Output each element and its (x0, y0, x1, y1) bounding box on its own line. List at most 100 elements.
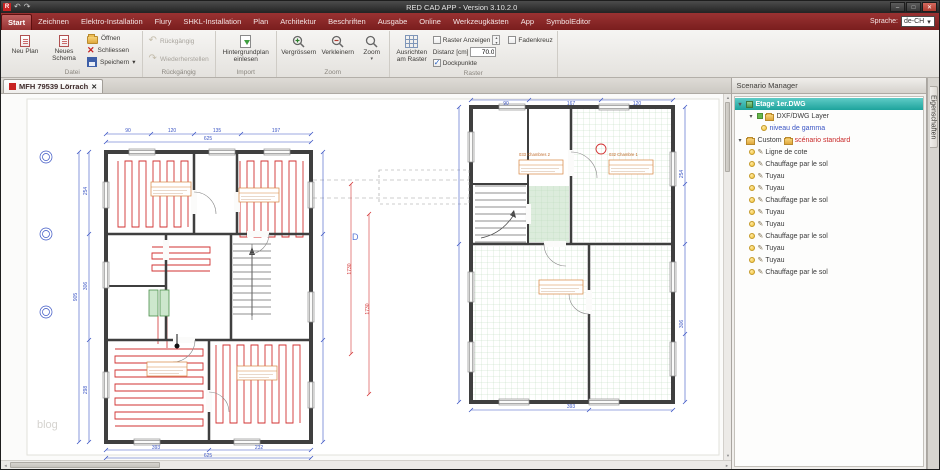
crosshair-label: Fadenkreuz (518, 36, 553, 44)
zoom-out-button[interactable]: Verkleinern (320, 32, 356, 68)
folder-icon (87, 33, 98, 44)
menu-tab-start[interactable]: Start (1, 14, 33, 30)
dimension-label: 120 (633, 101, 642, 107)
raster-show-checkbox[interactable] (432, 36, 441, 44)
scenario-item[interactable]: ✎ Ligne de cote (735, 146, 923, 158)
dimension-label: 120 (168, 128, 177, 134)
scroll-left-icon[interactable]: ◄ (1, 461, 10, 469)
new-plan-icon (20, 35, 30, 47)
distance-input[interactable] (470, 47, 497, 57)
menu-tab-elektro-installation[interactable]: Elektro-Installation (75, 13, 149, 30)
new-plan-button[interactable]: Neu Plan (7, 32, 43, 68)
menu-tab-beschriften[interactable]: Beschriften (322, 13, 372, 30)
scenario-item[interactable]: ✎ Tuyau (735, 170, 923, 182)
pencil-icon: ✎ (757, 232, 764, 240)
horizontal-scroll-thumb[interactable] (10, 462, 160, 468)
dimension-label: 254 (679, 170, 685, 179)
drawing-canvas[interactable]: 90 120 135 197 625 254 306 298 905 393 232 625 90 167… (1, 94, 732, 460)
undo-button[interactable]: ↶ Rückgängig (147, 36, 211, 47)
expand-icon[interactable]: ▾ (738, 101, 744, 108)
crosshair-checkbox[interactable] (508, 36, 517, 44)
scenario-item[interactable]: ✎ Chauffage par le sol (735, 158, 923, 170)
dimension-label: 298 (83, 386, 89, 395)
raster-size-stepper[interactable]: ▲ ▼ (492, 35, 501, 46)
dimension-label: 306 (83, 282, 89, 291)
zoom-icon (366, 35, 378, 48)
menu-tab-werkzeugk-sten[interactable]: Werkzeugkästen (447, 13, 515, 30)
menu-tab-symboleditor[interactable]: SymbolEditor (540, 13, 597, 30)
dimension-label: 905 (73, 293, 79, 302)
menu-tab-zeichnen[interactable]: Zeichnen (32, 13, 75, 30)
menu-tab-ausgabe[interactable]: Ausgabe (372, 13, 414, 30)
align-raster-button[interactable]: Ausrichten am Raster (394, 32, 430, 69)
document-tab-title: MFH 79539 Lörrach (19, 82, 89, 91)
language-label: Sprache: (869, 18, 898, 25)
new-schema-button[interactable]: Neues Schema (46, 32, 82, 68)
scenario-item[interactable]: ✎ Chauffage par le sol (735, 194, 923, 206)
menu-tab-online[interactable]: Online (413, 13, 447, 30)
tree-layer-item[interactable]: ▾ DXF/DWG Layer (735, 110, 923, 122)
stepper-down-icon[interactable]: ▼ (493, 41, 499, 46)
bulb-icon (749, 197, 756, 203)
bulb-icon (749, 161, 756, 167)
dimension-label: 393 (567, 404, 576, 410)
group-label-import: Import (236, 69, 255, 76)
scenario-item[interactable]: ✎ Chauffage par le sol (735, 230, 923, 242)
scenario-item[interactable]: ✎ Tuyau (735, 206, 923, 218)
properties-tab[interactable]: Eigenschaften (929, 86, 938, 149)
language-value: de-CH (904, 18, 925, 25)
language-select[interactable]: de-CH ▾ (901, 16, 935, 27)
scenario-item-label: Ligne de cote (765, 148, 808, 156)
scenario-item-label: Tuyau (765, 172, 785, 180)
quick-redo-icon[interactable]: ↷ (24, 2, 31, 12)
new-plan-label: Neu Plan (11, 48, 39, 55)
dockpoints-checkbox[interactable] (432, 58, 441, 67)
expand-icon[interactable]: ▾ (738, 137, 744, 144)
document-close-icon[interactable]: ✕ (91, 83, 97, 91)
menu-tab-plan[interactable]: Plan (247, 13, 274, 30)
menu-tab-flury[interactable]: Flury (149, 13, 178, 30)
menu-tab-app[interactable]: App (515, 13, 540, 30)
menu-tab-shkl-installation[interactable]: SHKL-Installation (177, 13, 247, 30)
tree-root-item[interactable]: ▾ Etage 1er.DWG (735, 98, 924, 110)
document-tab[interactable]: MFH 79539 Lörrach ✕ (3, 79, 104, 93)
redo-button[interactable]: ↷ Wiederherstellen (147, 54, 211, 65)
bulb-icon (749, 209, 756, 215)
scenario-item[interactable]: ✎ Tuyau (735, 182, 923, 194)
save-button[interactable]: Speichern ▾ (85, 57, 138, 68)
maximize-button[interactable]: □ (906, 2, 921, 12)
canvas-vertical-scrollbar[interactable]: ▲ ▼ (723, 94, 732, 460)
tree-level-item[interactable]: niveau de gamma (735, 122, 923, 134)
scenario-item[interactable]: ✎ Tuyau (735, 254, 923, 266)
expand-icon[interactable]: ▾ (749, 113, 755, 120)
scenario-item[interactable]: ✎ Tuyau (735, 218, 923, 230)
zoom-in-button[interactable]: Vergrössern (281, 32, 317, 68)
scenario-item[interactable]: ✎ Chauffage par le sol (735, 266, 923, 278)
pencil-icon: ✎ (757, 220, 764, 228)
vertical-scroll-thumb[interactable] (725, 102, 731, 172)
close-button[interactable]: ✕ (922, 2, 937, 12)
scroll-up-icon[interactable]: ▲ (724, 94, 731, 102)
menu-tab-architektur[interactable]: Architektur (274, 13, 322, 30)
document-icon (9, 83, 16, 90)
dimension-label: 232 (255, 445, 264, 451)
scenario-item[interactable]: ✎ Tuyau (735, 242, 923, 254)
zoom-dropdown-icon[interactable]: ▾ (370, 57, 373, 63)
align-raster-label: Ausrichten am Raster (396, 49, 428, 64)
open-label: Öffnen (101, 34, 121, 42)
close-file-icon: ✕ (87, 44, 95, 55)
quick-undo-icon[interactable]: ↶ (14, 2, 21, 12)
save-dropdown-icon[interactable]: ▾ (132, 58, 135, 66)
tree-custom-item[interactable]: ▾ Custom scénario standard (735, 134, 923, 146)
pencil-icon: ✎ (757, 244, 764, 252)
scroll-down-icon[interactable]: ▼ (724, 452, 731, 460)
zoom-button[interactable]: Zoom ▾ (359, 32, 385, 68)
minimize-button[interactable]: – (890, 2, 905, 12)
dimension-label: 135 (213, 128, 222, 134)
close-file-button[interactable]: ✕ Schliessen (85, 45, 138, 56)
background-import-button[interactable]: Hintergrundplan einlesen (220, 32, 272, 68)
open-button[interactable]: Öffnen (85, 33, 138, 44)
scroll-right-icon[interactable]: ► (722, 461, 731, 469)
canvas-horizontal-scrollbar[interactable]: ◄ ► (1, 460, 732, 469)
dimension-label: 90 (503, 101, 509, 107)
